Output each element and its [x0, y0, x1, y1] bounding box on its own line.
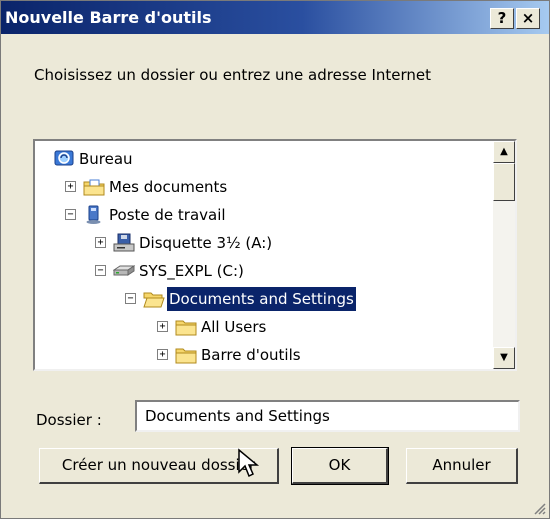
expand-toggle[interactable]: + — [157, 349, 168, 360]
tree-item-label-selected: Documents and Settings — [166, 286, 357, 312]
tree-item-label: Barre d'outils — [201, 346, 301, 364]
my-documents-folder-icon — [83, 179, 105, 196]
tree-item-documents-and-settings[interactable]: − Documents and Settings — [35, 286, 495, 312]
window-title: Nouvelle Barre d'outils — [5, 8, 212, 27]
close-button[interactable]: × — [516, 8, 540, 29]
title-bar[interactable]: Nouvelle Barre d'outils ? × — [1, 1, 549, 34]
folder-icon — [175, 348, 197, 364]
folder-path-input[interactable] — [135, 400, 520, 432]
collapse-toggle[interactable]: − — [125, 293, 136, 304]
collapse-toggle[interactable]: − — [65, 209, 76, 220]
tree-item-label: Poste de travail — [109, 206, 226, 224]
computer-icon — [86, 205, 101, 224]
expand-toggle[interactable]: + — [65, 181, 76, 192]
floppy-drive-icon — [113, 233, 135, 252]
ok-button[interactable]: OK — [291, 447, 389, 485]
tree-item-all-users[interactable]: + All Users — [35, 315, 495, 339]
folder-field-label: Dossier : — [36, 411, 102, 429]
mouse-pointer-icon — [238, 448, 260, 478]
folder-icon — [175, 320, 197, 336]
tree-item-label: Disquette 3½ (A:) — [139, 234, 273, 252]
new-toolbar-dialog: Nouvelle Barre d'outils ? × Choisissez u… — [0, 0, 550, 519]
tree-item-disquette[interactable]: + Disquette 3½ (A:) — [35, 231, 495, 255]
instruction-text: Choisissez un dossier ou entrez une adre… — [34, 66, 432, 84]
vertical-scrollbar[interactable]: ▲ ▼ — [493, 141, 515, 369]
tree-item-bureau[interactable]: Bureau — [35, 147, 495, 171]
expand-toggle[interactable]: + — [157, 321, 168, 332]
tree-item-label: All Users — [201, 318, 267, 336]
tree-item-barre-d-outils[interactable]: + Barre d'outils — [35, 343, 495, 367]
scroll-up-button[interactable]: ▲ — [493, 141, 515, 163]
help-button[interactable]: ? — [490, 8, 514, 29]
open-folder-icon — [143, 292, 165, 308]
collapse-toggle[interactable]: − — [95, 265, 106, 276]
tree-item-sys-expl[interactable]: − SYS_EXPL (C:) — [35, 259, 495, 283]
tree-item-label: Bureau — [79, 150, 133, 168]
scroll-down-button[interactable]: ▼ — [493, 347, 515, 369]
tree-item-poste-de-travail[interactable]: − Poste de travail — [35, 203, 495, 227]
expand-toggle[interactable]: + — [95, 237, 106, 248]
folder-tree[interactable]: Bureau + Mes documents − Poste de travai… — [33, 139, 517, 371]
cancel-button[interactable]: Annuler — [406, 448, 518, 484]
resize-grip-icon[interactable] — [532, 501, 546, 515]
hard-drive-icon — [113, 265, 135, 276]
desktop-icon — [54, 150, 74, 166]
tree-item-label: Mes documents — [109, 178, 228, 196]
tree-item-label: SYS_EXPL (C:) — [139, 262, 244, 280]
tree-item-mes-documents[interactable]: + Mes documents — [35, 175, 495, 199]
scroll-thumb[interactable] — [493, 163, 515, 201]
